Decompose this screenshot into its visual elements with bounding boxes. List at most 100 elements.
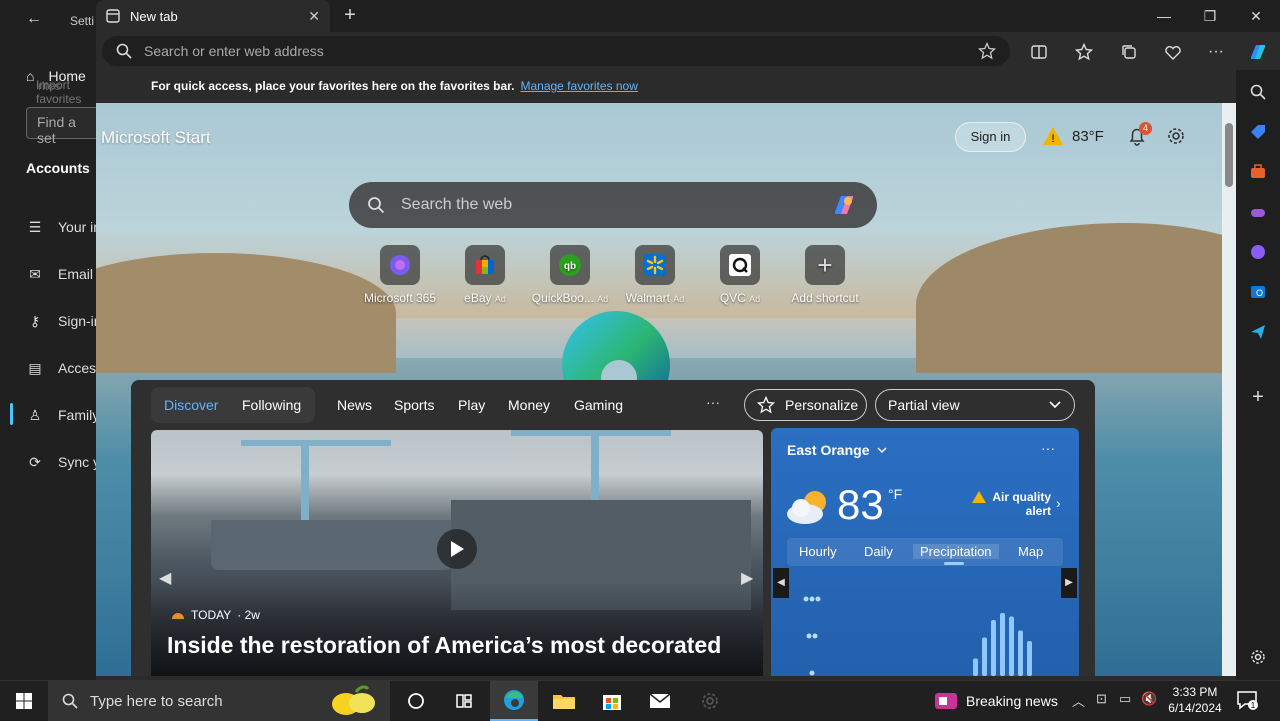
more-tabs-button[interactable]: ··· [706, 394, 720, 410]
favorites-icon[interactable] [1072, 40, 1096, 64]
volume-muted-icon[interactable]: 🔇 [1141, 691, 1157, 707]
web-search-box[interactable]: Search the web [349, 182, 877, 228]
new-tab-button[interactable]: + [338, 4, 362, 28]
taskbar-search-box[interactable]: Type here to search [48, 681, 390, 721]
tab-money[interactable]: Money [508, 397, 550, 413]
shortcut-quickbooks[interactable]: qb QuickBoo... Ad [525, 245, 615, 305]
chart-next-arrow-icon[interactable]: ▶ [1061, 568, 1077, 598]
widgets-button[interactable] [440, 681, 488, 721]
tab-news[interactable]: News [337, 397, 372, 413]
weather-location[interactable]: East Orange [787, 442, 888, 458]
tab-discover[interactable]: Discover [164, 397, 218, 413]
quickbooks-icon: qb [550, 245, 590, 285]
games-icon[interactable] [1246, 200, 1270, 224]
precip-bar [1009, 616, 1014, 676]
chevron-right-icon[interactable]: › [1056, 495, 1061, 511]
tab-play[interactable]: Play [458, 397, 485, 413]
article-headline[interactable]: Inside the restoration of America’s most… [167, 632, 721, 659]
personalize-button[interactable]: Personalize [744, 389, 867, 421]
microsoft-start-logo[interactable]: Microsoft Start [101, 128, 211, 148]
file-explorer-icon[interactable] [540, 681, 588, 721]
weather-tab-precipitation[interactable]: Precipitation [913, 544, 999, 559]
tab-sports[interactable]: Sports [394, 397, 434, 413]
scrollbar-thumb[interactable] [1225, 123, 1233, 187]
page-scrollbar[interactable] [1222, 103, 1236, 676]
tools-briefcase-icon[interactable] [1246, 160, 1270, 184]
chart-prev-arrow-icon[interactable]: ◀ [773, 568, 789, 598]
settings-taskbar-gear-icon[interactable] [686, 681, 734, 721]
add-shortcut-button[interactable]: + Add shortcut [780, 245, 870, 305]
tab-gaming[interactable]: Gaming [574, 397, 623, 413]
back-arrow-icon[interactable]: ← [26, 10, 42, 28]
view-dropdown[interactable]: Partial view [875, 389, 1075, 421]
weather-widget[interactable]: ! 83°F [1042, 126, 1104, 146]
sign-in-button[interactable]: Sign in [955, 122, 1026, 152]
send-icon[interactable] [1246, 320, 1270, 344]
play-icon[interactable] [437, 529, 477, 569]
shortcut-ebay[interactable]: eBay Ad [440, 245, 530, 305]
microsoft-365-icon [380, 245, 420, 285]
show-hidden-icons-chevron-icon[interactable]: ︿ [1072, 691, 1085, 710]
edge-logo-icon [562, 311, 670, 390]
breaking-news-widget[interactable]: Breaking news [934, 681, 1058, 721]
edge-taskbar-icon[interactable] [490, 681, 538, 721]
settings-item-your-info[interactable]: ☰ Your in [26, 218, 101, 236]
settings-item-email[interactable]: ✉ Email & [26, 265, 106, 283]
favorite-star-icon[interactable] [978, 42, 996, 60]
air-quality-alert[interactable]: Air quality alert [971, 490, 1051, 518]
notification-count: 1 [1251, 701, 1256, 710]
breaking-news-label: Breaking news [966, 693, 1058, 709]
tab-new-tab[interactable]: New tab ✕ [96, 0, 330, 32]
outlook-icon[interactable]: O [1246, 280, 1270, 304]
store-icon[interactable] [588, 681, 636, 721]
weather-tab-map[interactable]: Map [1018, 544, 1043, 559]
collections-icon[interactable] [1117, 40, 1141, 64]
address-bar[interactable]: Search or enter web address [102, 36, 1010, 66]
sidebar-settings-gear-icon[interactable] [1246, 645, 1270, 669]
weather-card[interactable]: East Orange ··· 83 °F Air quality alert … [771, 428, 1079, 676]
tab-following[interactable]: Following [242, 397, 301, 413]
notification-center-icon[interactable]: 1 [1236, 689, 1258, 711]
next-arrow-icon[interactable]: ▶ [741, 568, 753, 588]
close-window-button[interactable]: ✕ [1236, 4, 1276, 28]
page-settings-gear-icon[interactable] [1166, 126, 1186, 146]
weather-tab-hourly[interactable]: Hourly [799, 544, 837, 559]
copilot-icon[interactable] [1246, 40, 1270, 64]
settings-section-title: Accounts [26, 160, 90, 176]
temperature-unit: °F [888, 486, 903, 502]
start-button[interactable] [0, 681, 48, 721]
settings-item-family[interactable]: ♙ Family [26, 406, 100, 424]
add-sidebar-app-icon[interactable]: + [1246, 385, 1270, 409]
mail-icon[interactable] [636, 681, 684, 721]
tab-bar: New tab ✕ + — ❐ ✕ [96, 0, 1280, 32]
manage-favorites-link[interactable]: Manage favorites now [520, 79, 637, 93]
settings-item-access[interactable]: ▤ Access [26, 359, 103, 377]
weather-more-icon[interactable]: ··· [1041, 440, 1055, 456]
previous-arrow-icon[interactable]: ◀ [159, 568, 171, 588]
weather-tab-daily[interactable]: Daily [864, 544, 893, 559]
favorites-message: For quick access, place your favorites h… [151, 79, 515, 93]
task-view-button[interactable] [392, 681, 440, 721]
shortcut-walmart[interactable]: Walmart Ad [610, 245, 700, 305]
settings-item-sync[interactable]: ⟳ Sync y [26, 453, 100, 471]
network-icon[interactable]: ▭ [1119, 691, 1131, 707]
sidebar-search-icon[interactable] [1246, 80, 1270, 104]
browser-essentials-icon[interactable] [1161, 40, 1185, 64]
split-screen-icon[interactable] [1027, 40, 1051, 64]
settings-item-sign-in[interactable]: ⚷ Sign-in [26, 312, 102, 330]
shopping-tag-icon[interactable] [1246, 120, 1270, 144]
notifications-button[interactable]: 4 [1127, 122, 1152, 146]
close-tab-icon[interactable]: ✕ [308, 8, 320, 25]
system-clock[interactable]: 3:33 PM 6/14/2024 [1162, 684, 1228, 716]
warning-icon: ! [1043, 127, 1063, 145]
restore-button[interactable]: ❐ [1190, 4, 1230, 28]
meet-now-icon[interactable]: ⊡ [1096, 691, 1107, 707]
copilot-sidebar-icon[interactable] [1246, 240, 1270, 264]
copilot-icon[interactable] [829, 192, 859, 218]
shortcut-microsoft-365[interactable]: Microsoft 365 [355, 245, 445, 305]
more-options-icon[interactable]: ··· [1204, 40, 1228, 64]
minimize-button[interactable]: — [1144, 4, 1184, 28]
shortcut-qvc[interactable]: QVC Ad [695, 245, 785, 305]
hero-video-card[interactable]: ◀ ▶ TODAY · 2w Inside the restoration of… [151, 430, 763, 676]
settings-find-input[interactable]: Find a set [26, 107, 106, 146]
